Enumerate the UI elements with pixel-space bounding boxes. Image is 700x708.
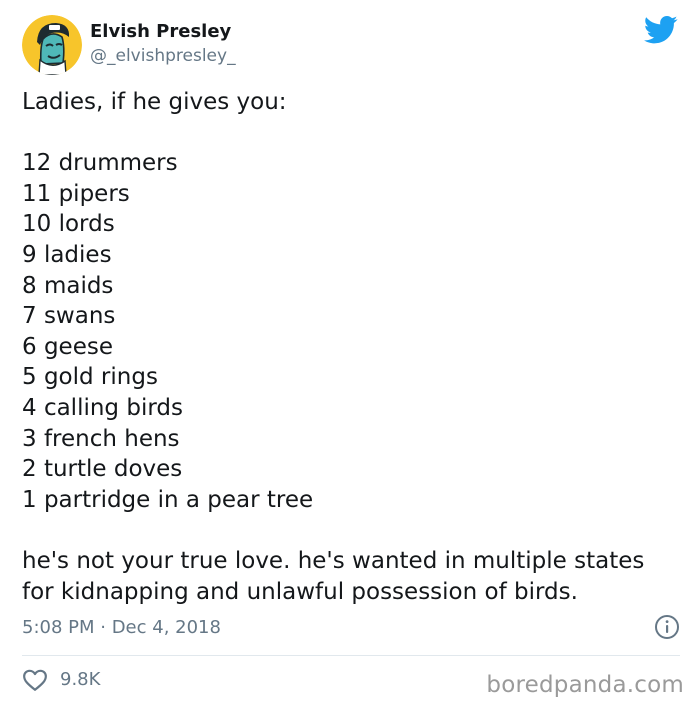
list-item: 7 swans bbox=[22, 303, 116, 330]
tweet-meta: 5:08 PM · Dec 4, 2018 bbox=[22, 614, 680, 642]
list-item: 4 calling birds bbox=[22, 394, 183, 421]
display-name[interactable]: Elvish Presley bbox=[90, 20, 236, 44]
tweet-intro: Ladies, if he gives you: bbox=[22, 89, 287, 115]
list-item: 10 lords bbox=[22, 211, 115, 238]
heart-icon[interactable] bbox=[22, 668, 48, 692]
handle[interactable]: @_elvishpresley_ bbox=[90, 44, 236, 68]
timestamp[interactable]: 5:08 PM · Dec 4, 2018 bbox=[22, 616, 221, 640]
list-item: 9 ladies bbox=[22, 241, 112, 268]
like-count: 9.8K bbox=[60, 669, 101, 690]
list-item: 12 drummers bbox=[22, 150, 178, 177]
list-item: 1 partridge in a pear tree bbox=[22, 486, 314, 513]
avatar-image bbox=[22, 15, 82, 75]
tweet-conclusion: for kidnapping and unlawful possession o… bbox=[22, 578, 578, 605]
list-item: 6 geese bbox=[22, 333, 113, 360]
twitter-bird-icon[interactable] bbox=[644, 15, 678, 45]
list-item: 5 gold rings bbox=[22, 364, 158, 391]
tweet-text: Ladies, if he gives you: 12 drummers 11 … bbox=[22, 87, 682, 607]
info-icon[interactable] bbox=[654, 614, 680, 640]
list-item: 11 pipers bbox=[22, 180, 130, 207]
list-item: 2 turtle doves bbox=[22, 456, 183, 483]
author-block[interactable]: Elvish Presley @_elvishpresley_ bbox=[90, 20, 236, 68]
watermark: boredpanda.com bbox=[486, 672, 684, 698]
divider bbox=[22, 655, 680, 656]
list-item: 3 french hens bbox=[22, 425, 180, 452]
avatar[interactable] bbox=[22, 15, 82, 75]
list-item: 8 maids bbox=[22, 272, 114, 299]
tweet-header: Elvish Presley @_elvishpresley_ bbox=[22, 15, 678, 75]
tweet-conclusion: he's not your true love. he's wanted in … bbox=[22, 547, 645, 574]
